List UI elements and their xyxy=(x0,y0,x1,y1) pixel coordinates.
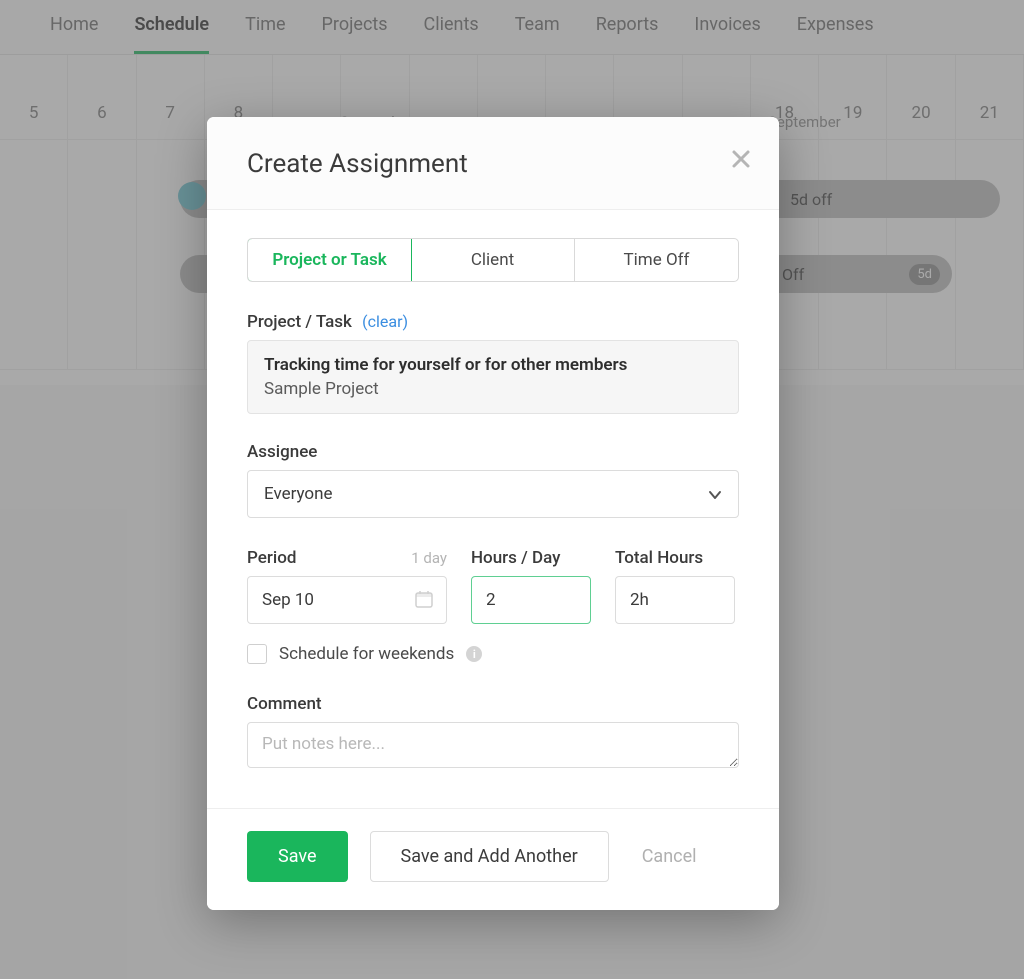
tab-project-or-task[interactable]: Project or Task xyxy=(247,238,412,282)
hours-per-day-label: Hours / Day xyxy=(471,548,591,568)
calendar-icon[interactable] xyxy=(415,590,433,612)
close-icon[interactable] xyxy=(731,149,751,173)
assignment-type-tabs: Project or Task Client Time Off xyxy=(247,238,739,282)
period-hint: 1 day xyxy=(411,549,447,567)
modal-title: Create Assignment xyxy=(247,149,739,179)
comment-input[interactable] xyxy=(247,722,739,768)
info-icon[interactable]: i xyxy=(466,646,482,662)
total-hours-input[interactable] xyxy=(615,576,735,624)
assignee-select[interactable]: Everyone xyxy=(247,470,739,518)
schedule-weekends-row: Schedule for weekends i xyxy=(247,644,739,664)
clear-project-link[interactable]: (clear) xyxy=(362,312,408,331)
modal-footer: Save Save and Add Another Cancel xyxy=(207,808,779,910)
cancel-button[interactable]: Cancel xyxy=(631,831,708,882)
tab-client[interactable]: Client xyxy=(411,239,575,281)
hours-per-day-input[interactable] xyxy=(471,576,591,624)
project-subtitle: Sample Project xyxy=(264,379,722,399)
project-name: Tracking time for yourself or for other … xyxy=(264,355,722,375)
save-and-add-another-button[interactable]: Save and Add Another xyxy=(370,831,609,882)
save-button[interactable]: Save xyxy=(247,831,348,882)
schedule-weekends-checkbox[interactable] xyxy=(247,644,267,664)
create-assignment-modal: Create Assignment Project or Task Client… xyxy=(207,117,779,910)
modal-header: Create Assignment xyxy=(207,117,779,210)
period-label: Period 1 day xyxy=(247,548,447,568)
tab-time-off[interactable]: Time Off xyxy=(575,239,738,281)
schedule-weekends-label: Schedule for weekends xyxy=(279,644,454,664)
modal-body: Project or Task Client Time Off Project … xyxy=(207,210,779,808)
assignee-value: Everyone xyxy=(264,484,333,504)
total-hours-label: Total Hours xyxy=(615,548,735,568)
project-task-label: Project / Task (clear) xyxy=(247,312,739,332)
assignee-label: Assignee xyxy=(247,442,739,462)
comment-label: Comment xyxy=(247,694,739,714)
chevron-down-icon xyxy=(708,487,722,507)
project-task-select[interactable]: Tracking time for yourself or for other … xyxy=(247,340,739,414)
